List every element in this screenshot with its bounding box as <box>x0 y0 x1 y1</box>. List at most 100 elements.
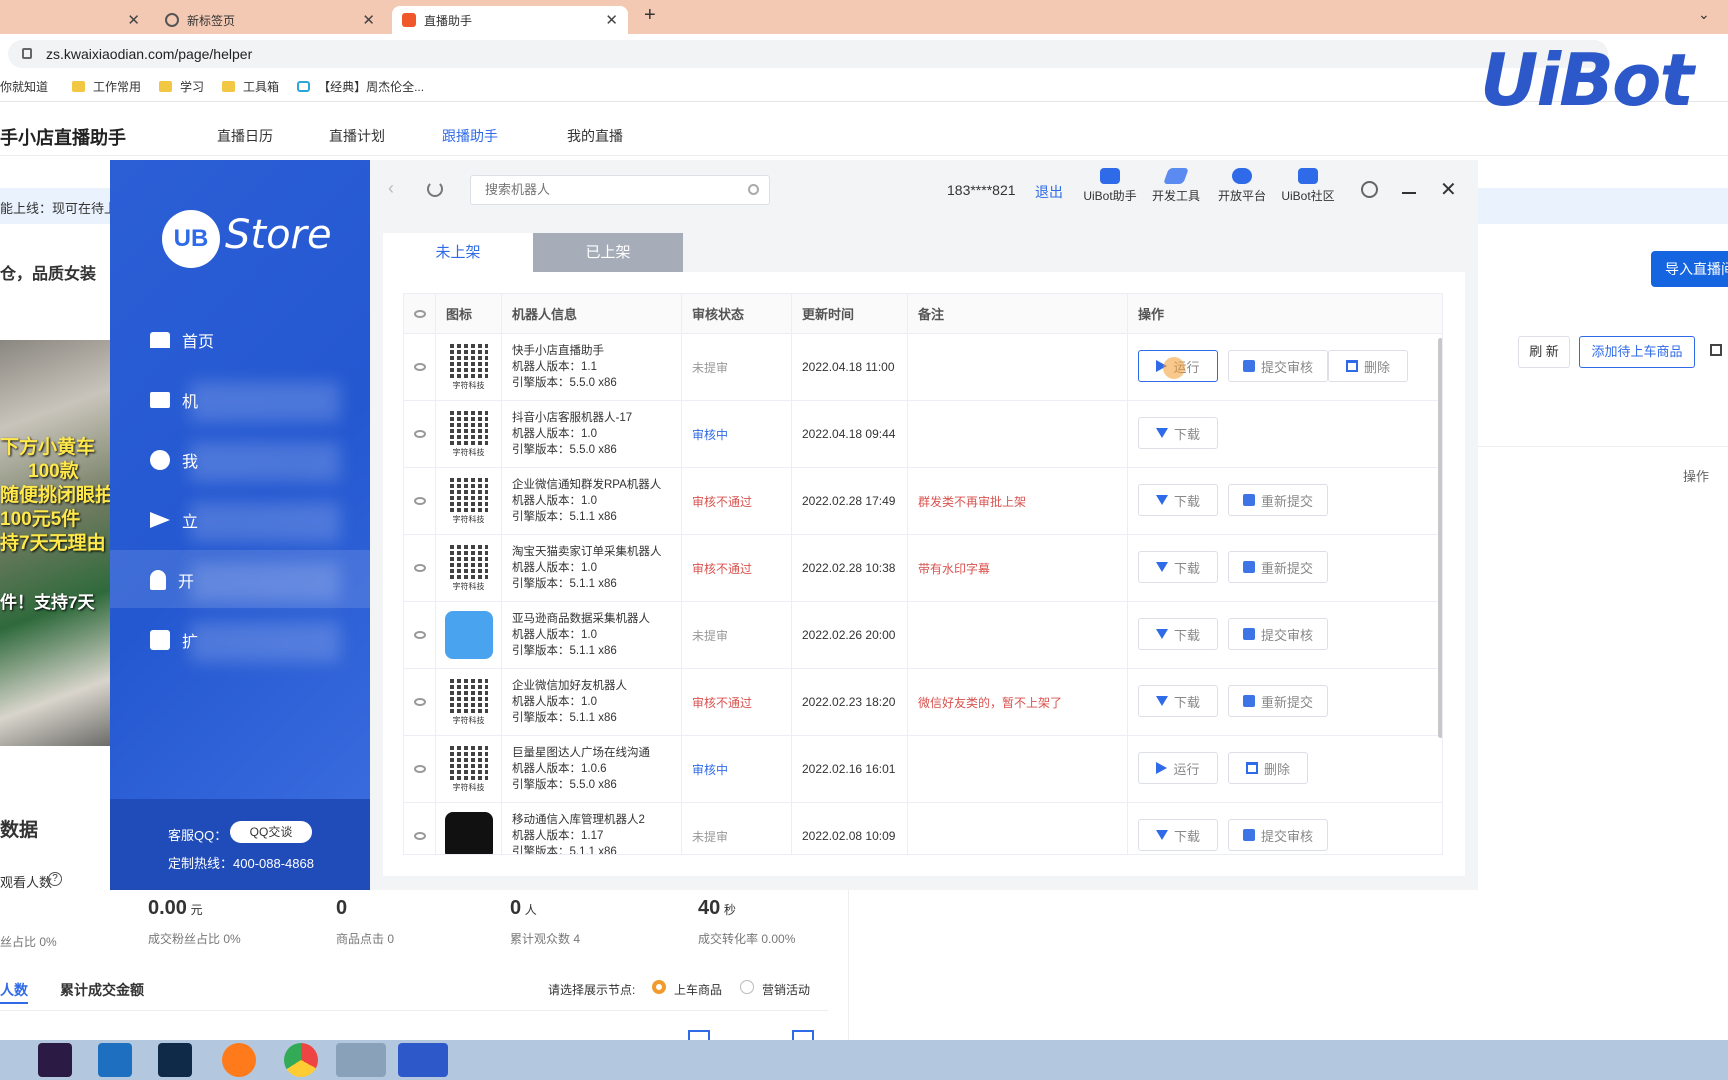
uibot-store-task-icon[interactable] <box>398 1043 448 1077</box>
submit-review-button[interactable]: 提交审核 <box>1228 350 1328 382</box>
browser-tab-new[interactable]: 新标签页 ✕ <box>155 6 385 34</box>
photoshop-icon[interactable] <box>158 1043 192 1077</box>
download-button[interactable]: 下载 <box>1138 551 1218 583</box>
settings-icon[interactable] <box>1361 181 1378 198</box>
tab-underline <box>0 1002 28 1004</box>
download-button[interactable]: 下载 <box>1138 417 1218 449</box>
bookmark-folder[interactable]: 工作常用 <box>72 78 141 95</box>
submit-review-button[interactable]: 提交审核 <box>1228 819 1328 851</box>
chrome-icon[interactable] <box>284 1043 318 1077</box>
time-cell: 2022.02.28 10:38 <box>792 535 908 601</box>
bilibili-icon <box>297 81 311 92</box>
eye-icon[interactable] <box>413 765 426 773</box>
new-tab-button[interactable]: + <box>644 4 656 27</box>
eye-cell[interactable] <box>404 669 436 735</box>
store-sidebar: UB Store 首页 机 我 立 开 扩 <box>110 160 370 890</box>
tab-viewers[interactable]: 人数 <box>0 980 28 1000</box>
scrollbar[interactable] <box>1438 338 1442 738</box>
premiere-icon[interactable] <box>38 1043 72 1077</box>
eye-cell[interactable] <box>404 468 436 534</box>
radio-unselected[interactable] <box>740 980 754 994</box>
hotline: 定制热线：400-088-4868 <box>168 856 314 871</box>
bookmark-folder[interactable]: 学习 <box>159 78 204 95</box>
bookmark-item[interactable]: 【经典】周杰伦全... <box>297 78 424 95</box>
nav-my-live[interactable]: 我的直播 <box>567 126 623 146</box>
chevron-down-icon[interactable]: ⌄ <box>1698 6 1710 23</box>
minimize-icon[interactable] <box>1402 192 1416 194</box>
add-goods-button[interactable]: 添加待上车商品 <box>1579 336 1695 368</box>
download-button[interactable]: 下载 <box>1138 819 1218 851</box>
tab-gmv[interactable]: 累计成交金额 <box>60 980 144 1000</box>
close-icon[interactable]: ✕ <box>127 11 140 29</box>
robot-icon: 字符科技 <box>436 477 501 525</box>
uibot-task-icon[interactable] <box>336 1043 386 1077</box>
browser-tab-helper[interactable]: 直播助手 ✕ <box>392 6 628 34</box>
browser-tab[interactable]: ✕ <box>0 6 150 34</box>
close-icon[interactable]: ✕ <box>362 11 375 29</box>
menu-developer[interactable]: 开 <box>150 568 194 592</box>
nav-live-plan[interactable]: 直播计划 <box>329 126 385 146</box>
eye-icon[interactable] <box>413 430 426 438</box>
qq-chat-button[interactable]: QQ交谈 <box>230 821 312 843</box>
close-icon[interactable]: ✕ <box>1440 177 1457 202</box>
search-field[interactable] <box>471 176 731 202</box>
refresh-icon[interactable] <box>427 181 443 197</box>
tab-listed[interactable]: 已上架 <box>533 233 683 273</box>
eye-cell[interactable] <box>404 401 436 467</box>
robot-icon: 字符科技 <box>436 544 501 592</box>
eye-icon[interactable] <box>413 564 426 572</box>
eye-icon[interactable] <box>413 363 426 371</box>
bookmark-item[interactable]: 你就知道 <box>0 78 48 95</box>
vscode-icon[interactable] <box>98 1043 132 1077</box>
download-button[interactable]: 下载 <box>1138 685 1218 717</box>
eye-cell[interactable] <box>404 535 436 601</box>
refresh-button[interactable]: 刷 新 <box>1518 336 1570 368</box>
update-time: 2022.02.23 18:20 <box>802 695 896 709</box>
delete-button[interactable]: 删除 <box>1328 350 1408 382</box>
logout-link[interactable]: 退出 <box>1035 182 1063 202</box>
menu-home[interactable]: 首页 <box>150 328 214 352</box>
download-button[interactable]: 下载 <box>1138 484 1218 516</box>
close-icon[interactable]: ✕ <box>605 11 618 29</box>
delete-button[interactable]: 删除 <box>1228 752 1308 784</box>
radio-selected[interactable] <box>652 980 666 994</box>
fans-ratio: 丝占比 0% <box>0 935 57 949</box>
tool-open-platform[interactable]: 开放平台 <box>1209 168 1275 204</box>
tool-dev-tools[interactable]: 开发工具 <box>1143 168 1209 204</box>
firefox-icon[interactable] <box>222 1043 256 1077</box>
fullscreen-icon[interactable] <box>1710 344 1722 356</box>
info-cell: 企业微信加好友机器人 机器人版本：1.0 引擎版本：5.1.1 x86 <box>502 669 682 735</box>
download-button[interactable]: 下载 <box>1138 618 1218 650</box>
resubmit-button[interactable]: 重新提交 <box>1228 551 1328 583</box>
eye-cell[interactable] <box>404 803 436 854</box>
resubmit-button[interactable]: 重新提交 <box>1228 484 1328 516</box>
bookmark-folder[interactable]: 工具箱 <box>222 78 279 95</box>
live-photo: 下方小黄车 100款 随便挑闭眼拍 100元5件 持7天无理由 件！支持7天 <box>0 340 110 746</box>
run-button[interactable]: 运行 <box>1138 752 1218 784</box>
url-field[interactable]: zs.kwaixiaodian.com/page/helper <box>8 40 1608 68</box>
nav-follow-helper[interactable]: 跟播助手 <box>442 126 498 146</box>
menu-label: 首页 <box>182 334 215 351</box>
help-icon[interactable]: ? <box>48 872 62 886</box>
eye-cell[interactable] <box>404 334 436 400</box>
tool-community[interactable]: UiBot社区 <box>1275 168 1341 204</box>
nav-live-calendar[interactable]: 直播日历 <box>217 126 273 146</box>
back-icon[interactable]: ‹ <box>388 178 394 199</box>
import-live-button[interactable]: 导入直播间 <box>1651 251 1728 287</box>
eye-cell[interactable] <box>404 736 436 802</box>
status-text: 未提审 <box>692 829 729 844</box>
time-cell: 2022.02.26 20:00 <box>792 602 908 668</box>
submit-review-button[interactable]: 提交审核 <box>1228 618 1328 650</box>
tool-uibot-helper[interactable]: UiBot助手 <box>1077 168 1143 204</box>
search-icon[interactable] <box>748 184 759 195</box>
tab-unlisted[interactable]: 未上架 <box>383 233 533 273</box>
bookmarks-bar: 你就知道 工作常用 学习 工具箱 【经典】周杰伦全... <box>0 72 1728 102</box>
eye-cell[interactable] <box>404 602 436 668</box>
run-button[interactable]: 运行 <box>1138 350 1218 382</box>
eye-icon[interactable] <box>413 497 426 505</box>
resubmit-button[interactable]: 重新提交 <box>1228 685 1328 717</box>
search-input[interactable] <box>470 175 770 205</box>
eye-icon[interactable] <box>413 832 426 840</box>
eye-icon[interactable] <box>413 698 426 706</box>
eye-icon[interactable] <box>413 631 426 639</box>
